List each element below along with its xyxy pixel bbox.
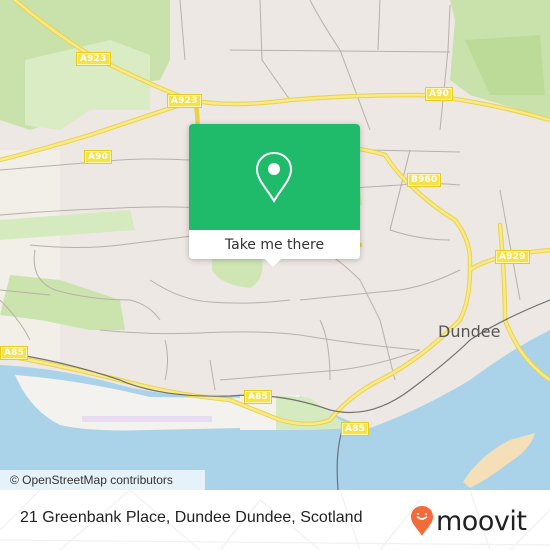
road-label-a923: A923 xyxy=(167,94,202,108)
location-address: 21 Greenbank Place, Dundee Dundee, Scotl… xyxy=(20,509,363,526)
pin-area[interactable] xyxy=(189,124,360,230)
road-label-a90: A90 xyxy=(425,87,454,101)
road-label-a85: A85 xyxy=(244,390,273,404)
road-label-a90: A90 xyxy=(84,150,113,164)
place-label-dundee: Dundee xyxy=(438,322,501,341)
road-label-a929: A929 xyxy=(495,250,530,264)
brand-name: moovit xyxy=(436,505,527,537)
moovit-logo[interactable]: moovit xyxy=(410,503,527,539)
location-popup: Take me there xyxy=(189,124,360,267)
road-label-a85: A85 xyxy=(0,346,29,360)
popup-pointer xyxy=(265,259,281,267)
road-label-a85: A85 xyxy=(341,422,370,436)
map-view[interactable]: A923 A923 A90 A90 B960 A929 A85 A85 A85 … xyxy=(0,0,550,490)
moovit-smile-pin-icon xyxy=(411,506,433,536)
map-attribution[interactable]: © OpenStreetMap contributors xyxy=(0,470,205,490)
road-label-a923: A923 xyxy=(76,52,111,66)
take-me-there-button[interactable]: Take me there xyxy=(189,230,360,259)
road-label-b960: B960 xyxy=(407,173,442,187)
map-pin-icon xyxy=(255,151,293,204)
